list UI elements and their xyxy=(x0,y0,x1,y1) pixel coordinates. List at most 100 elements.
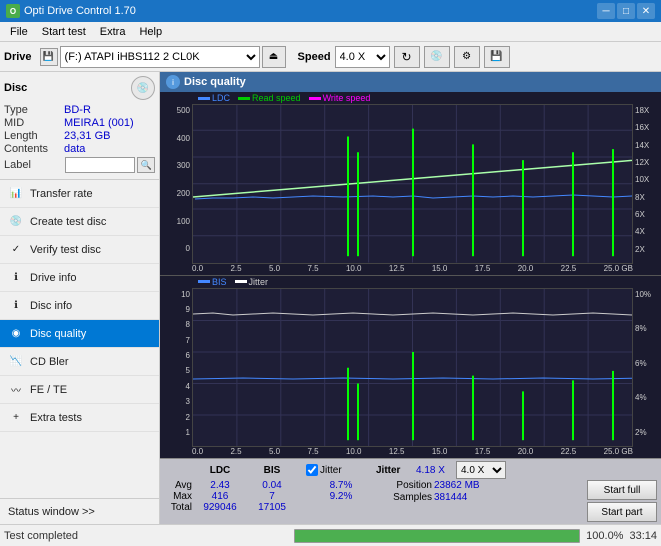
nav-disc-quality[interactable]: ◉ Disc quality xyxy=(0,320,159,348)
label-browse-button[interactable]: 🔍 xyxy=(137,157,155,173)
nav-fe-te-label: FE / TE xyxy=(30,384,67,396)
bis-legend-label: BIS xyxy=(212,277,227,287)
chart2-x-axis: 0.0 2.5 5.0 7.5 10.0 12.5 15.0 17.5 20.0… xyxy=(160,447,661,458)
x1-15: 15.0 xyxy=(432,264,448,275)
y2-10: 10 xyxy=(181,290,190,299)
speed-select[interactable]: 4.0 X xyxy=(335,46,390,68)
stats-total-row: Total 929046 17105 xyxy=(164,502,376,513)
disc-section-title: Disc xyxy=(4,82,27,94)
x1-17.5: 17.5 xyxy=(475,264,491,275)
y1r-4x: 4X xyxy=(635,227,645,236)
app-icon: O xyxy=(6,4,20,18)
progress-percentage: 100.0% xyxy=(586,530,623,542)
nav-cd-bler-label: CD Bler xyxy=(30,356,69,368)
x2-20: 20.0 xyxy=(518,447,534,458)
menu-extra[interactable]: Extra xyxy=(94,24,132,40)
save-button[interactable]: 💾 xyxy=(484,46,510,68)
content-area: i Disc quality LDC Read speed xyxy=(160,72,661,524)
x2-17.5: 17.5 xyxy=(475,447,491,458)
drive-select[interactable]: (F:) ATAPI iHBS112 2 CL0K xyxy=(60,46,260,68)
speed-col-select[interactable]: 4.0 X xyxy=(456,461,506,479)
nav-create-test-disc[interactable]: 💿 Create test disc xyxy=(0,208,159,236)
status-text: Test completed xyxy=(4,530,288,542)
samples-val: 381444 xyxy=(434,492,494,503)
chart2-legend: BIS Jitter xyxy=(160,276,661,288)
avg-ldc: 2.43 xyxy=(194,480,246,491)
x1-0: 0.0 xyxy=(192,264,203,275)
status-window-button[interactable]: Status window >> xyxy=(0,498,159,524)
max-jitter: 9.2% xyxy=(306,491,376,502)
refresh-button[interactable]: ↻ xyxy=(394,46,420,68)
nav-fe-te[interactable]: 〰 FE / TE xyxy=(0,376,159,404)
disc-button[interactable]: 💿 xyxy=(424,46,450,68)
close-button[interactable]: ✕ xyxy=(637,3,655,19)
chart1-y-right: 18X 16X 14X 12X 10X 8X 6X 4X 2X xyxy=(633,104,661,264)
max-bis: 7 xyxy=(246,491,298,502)
chart2-body: 10 9 8 7 6 5 4 3 2 1 xyxy=(160,288,661,448)
disc-type-value: BD-R xyxy=(64,104,91,116)
extra-tests-icon: + xyxy=(8,410,24,426)
eject-button[interactable]: ⏏ xyxy=(262,46,286,68)
nav-disc-info[interactable]: ℹ Disc info xyxy=(0,292,159,320)
dq-icon: i xyxy=(166,75,180,89)
y1-0: 0 xyxy=(186,244,190,253)
max-ldc: 416 xyxy=(194,491,246,502)
y1-200: 200 xyxy=(177,189,190,198)
disc-icon: 💿 xyxy=(131,76,155,100)
disc-label-label: Label xyxy=(4,159,63,171)
y2-8: 8 xyxy=(186,320,190,329)
write-speed-legend-label: Write speed xyxy=(323,93,371,103)
fe-te-icon: 〰 xyxy=(8,382,24,398)
y2r-6pct: 6% xyxy=(635,359,647,368)
x1-7.5: 7.5 xyxy=(307,264,318,275)
y1r-10x: 10X xyxy=(635,175,649,184)
chart2-y-right: 10% 8% 6% 4% 2% xyxy=(633,288,661,448)
x2-10: 10.0 xyxy=(346,447,362,458)
disc-label-input[interactable] xyxy=(65,157,135,173)
y1r-16x: 16X xyxy=(635,123,649,132)
x2-12.5: 12.5 xyxy=(389,447,405,458)
disc-mid-label: MID xyxy=(4,117,64,129)
jitter-check-label: Jitter xyxy=(320,465,342,476)
disc-contents-label: Contents xyxy=(4,143,64,155)
x2-0: 0.0 xyxy=(192,447,203,458)
samples-row: Samples 381444 xyxy=(380,492,494,503)
nav-verify-test-disc[interactable]: ✓ Verify test disc xyxy=(0,236,159,264)
write-speed-legend-color xyxy=(309,97,321,100)
disc-mid-value: MEIRA1 (001) xyxy=(64,117,134,129)
stats-avg-row: Avg 2.43 0.04 8.7% xyxy=(164,480,376,491)
jitter-legend-color xyxy=(235,280,247,283)
y1r-18x: 18X xyxy=(635,106,649,115)
settings-button[interactable]: ⚙ xyxy=(454,46,480,68)
write-speed-legend: Write speed xyxy=(309,93,371,103)
stats-rows-left: Avg 2.43 0.04 8.7% Max 416 7 9.2% xyxy=(164,480,376,513)
minimize-button[interactable]: ─ xyxy=(597,3,615,19)
menu-help[interactable]: Help xyxy=(133,24,168,40)
x2-15: 15.0 xyxy=(432,447,448,458)
ldc-header: LDC xyxy=(194,465,246,476)
start-full-button[interactable]: Start full xyxy=(587,480,657,500)
bis-legend: BIS xyxy=(198,277,227,287)
spacer2 xyxy=(298,491,306,502)
y2-9: 9 xyxy=(186,305,190,314)
drive-label: Drive xyxy=(4,51,32,63)
total-bis: 17105 xyxy=(246,502,298,513)
nav-transfer-rate[interactable]: 📊 Transfer rate xyxy=(0,180,159,208)
drive-info-icon: ℹ xyxy=(8,270,24,286)
y2-3: 3 xyxy=(186,397,190,406)
y2r-10pct: 10% xyxy=(635,290,651,299)
stats-data: Avg 2.43 0.04 8.7% Max 416 7 9.2% xyxy=(164,480,657,522)
jitter-checkbox[interactable] xyxy=(306,464,318,476)
x1-25: 25.0 GB xyxy=(604,264,633,275)
nav-extra-tests[interactable]: + Extra tests xyxy=(0,404,159,432)
start-part-button[interactable]: Start part xyxy=(587,502,657,522)
x2-22.5: 22.5 xyxy=(561,447,577,458)
disc-label-row: Label 🔍 xyxy=(4,157,155,173)
nav-cd-bler[interactable]: 📉 CD Bler xyxy=(0,348,159,376)
spacer xyxy=(298,480,306,491)
maximize-button[interactable]: □ xyxy=(617,3,635,19)
nav-drive-info[interactable]: ℹ Drive info xyxy=(0,264,159,292)
menu-start-test[interactable]: Start test xyxy=(36,24,92,40)
chart1-y-left: 500 400 300 200 100 0 xyxy=(160,104,192,264)
menu-file[interactable]: File xyxy=(4,24,34,40)
